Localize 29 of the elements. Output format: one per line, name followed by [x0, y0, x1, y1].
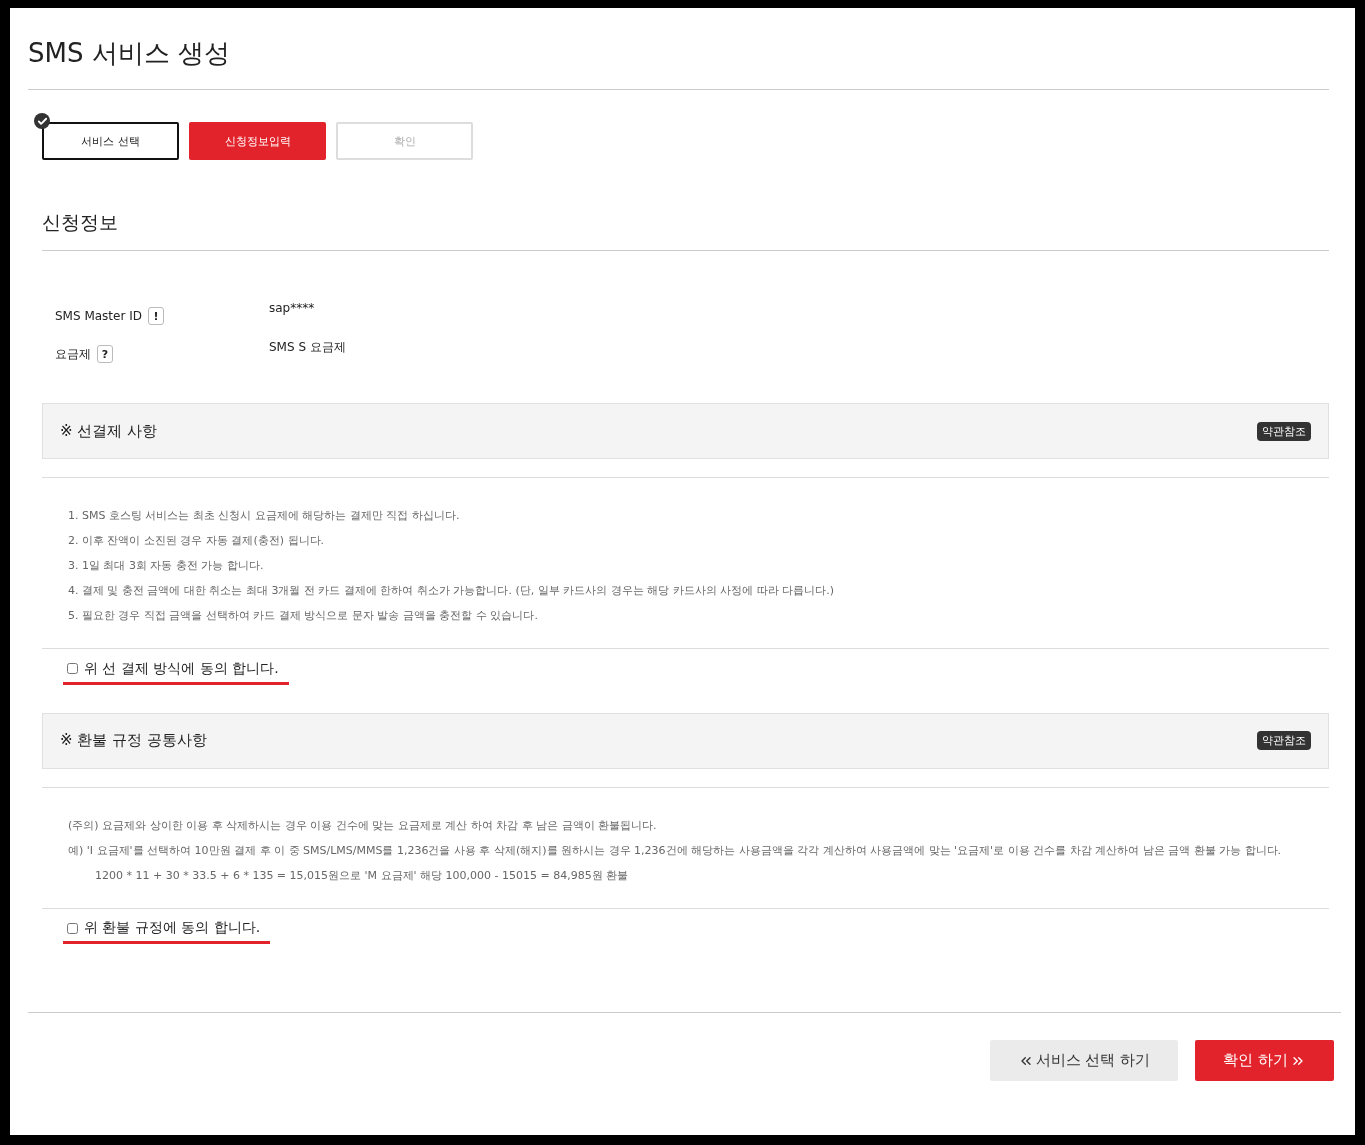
agree-label[interactable]: 위 선 결제 방식에 동의 합니다. [84, 659, 279, 678]
notice-text: 3. 1일 최대 3회 자동 충전 가능 합니다. [68, 558, 265, 574]
terms-link[interactable]: 약관참조 [1257, 731, 1311, 750]
notice-text: 1. SMS 호스팅 서비스는 최초 신청시 요금제에 해당하는 결제만 직접 하십니다. [68, 508, 461, 524]
notice-text: 예) 'I 요금제'를 선택하여 10만원 결제 후 이 중 SMS/LMS/MMS를 1,236건을 사용 후 삭제(해지)를 원하시는 경우 1,236건에 해당하는 사용금액을 각각 계산하여 사용금액에 맞는 '요금제'로 이용 건수를 차감 계산하여 남은 금액 환불 가능 합니다. [68, 842, 1282, 859]
notice-text: 4. 결제 및 충전 금액에 대한 취소는 최대 3개월 전 카드 결제에 한하여 취소가 가능합니다. (단, 일부 카드사의 경우는 해당 카드사의 사정에 따라 다릅니다.) [68, 583, 835, 599]
notice-text: (주의) 요금제와 상이한 이용 후 삭제하시는 경우 이용 건수에 맞는 요금제로 계산 하여 차감 후 남은 금액이 환불됩니다. [68, 817, 658, 834]
field-label: 요금제 [55, 345, 91, 363]
agree-checkbox[interactable] [67, 663, 78, 674]
notice-title: ※ 선결제 사항 [60, 421, 158, 441]
terms-link[interactable]: 약관참조 [1257, 421, 1311, 441]
help-icon[interactable]: ! [148, 307, 164, 325]
notice-title: ※ 환불 규정 공통사항 [60, 731, 207, 750]
notice-text: 5. 필요한 경우 직접 금액을 선택하여 카드 결제 방식으로 문자 발송 금액을 충전할 수 있습니다. [68, 608, 539, 624]
step-tab[interactable]: 서비스 선택 [42, 122, 179, 160]
notice-text: 2. 이후 잔액이 소진된 경우 자동 결제(충전) 됩니다. [68, 533, 326, 549]
page-title: SMS 서비스 생성 [28, 28, 1329, 90]
notice-text: 1200 * 11 + 30 * 33.5 + 6 * 135 = 15,015원으로 'M 요금제' 해당 100,000 - 15015 = 84,985원 환불 [94, 867, 630, 884]
field-label: SMS Master ID [55, 309, 142, 323]
check-icon [34, 113, 50, 129]
field-value: sap**** [269, 301, 316, 317]
help-icon[interactable]: ? [97, 345, 113, 363]
back-button[interactable]: 서비스 선택 하기 [989, 1040, 1179, 1081]
section-title: 신청정보 [42, 210, 1329, 251]
agree-checkbox[interactable] [67, 922, 78, 934]
step-tab[interactable]: 신청정보입력 [189, 122, 326, 160]
agree-label[interactable]: 위 환불 규정에 동의 합니다. [84, 919, 261, 937]
confirm-button[interactable]: 확인 하기 [1195, 1040, 1334, 1081]
field-value: SMS S 요금제 [269, 339, 347, 356]
